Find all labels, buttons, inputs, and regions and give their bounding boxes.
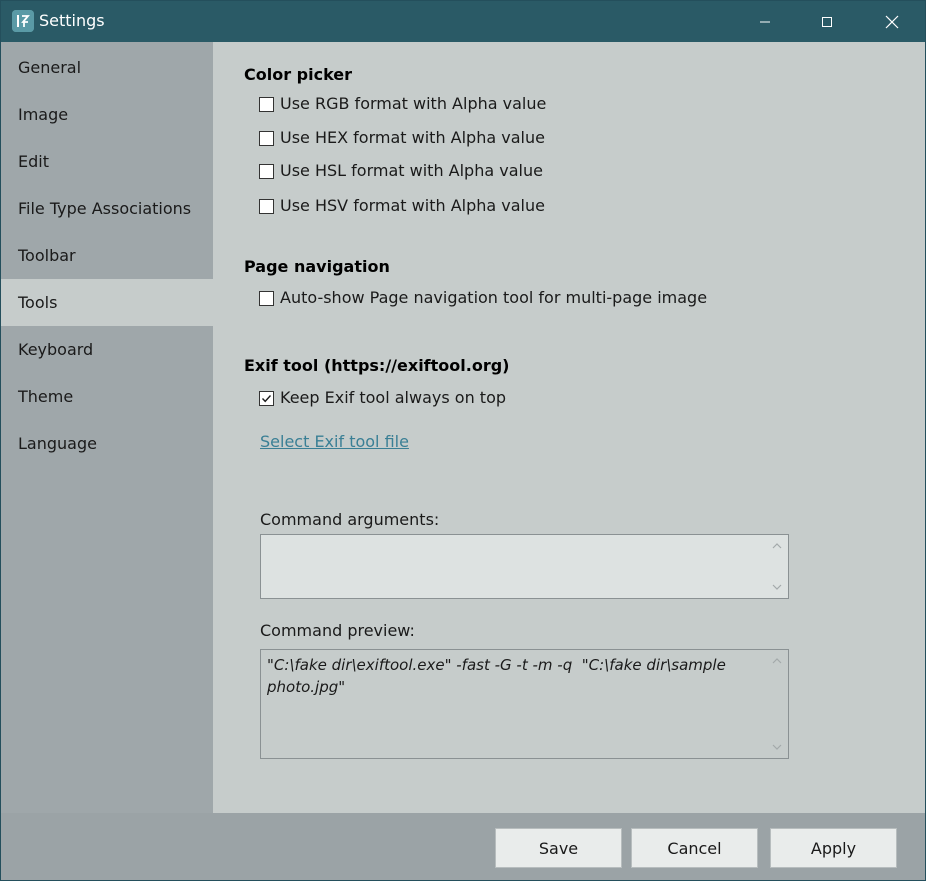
hsl-alpha-checkbox[interactable] [259,163,274,179]
sidebar-item-language[interactable]: Language [1,420,213,467]
command-preview-label: Command preview: [260,621,415,640]
sidebar-item-label: Tools [18,293,58,312]
scroll-down-button[interactable] [766,578,788,596]
rgb-alpha-checkbox[interactable] [259,96,274,112]
maximize-icon [822,16,832,27]
auto-show-page-nav-label: Auto-show Page navigation tool for multi… [280,288,708,307]
chevron-up-icon [772,543,782,549]
sidebar-item-label: Toolbar [18,246,76,265]
select-exif-tool-link[interactable]: Select Exif tool file [260,432,409,452]
sidebar-item-label: Image [18,105,69,124]
hsl-alpha-option[interactable]: Use HSL format with Alpha value [259,160,543,182]
sidebar-item-label: Edit [18,152,49,171]
chevron-down-icon [772,744,782,750]
maximize-button[interactable] [804,1,850,42]
sidebar-item-file-type-associations[interactable]: File Type Associations [1,185,213,232]
hsl-alpha-label: Use HSL format with Alpha value [280,161,543,180]
auto-show-page-nav-option[interactable]: Auto-show Page navigation tool for multi… [259,287,707,309]
command-arguments-input[interactable] [260,534,789,599]
tools-settings-panel: Color picker Use RGB format with Alpha v… [213,42,925,813]
sidebar-item-label: Language [18,434,97,453]
hsv-alpha-checkbox[interactable] [259,198,274,214]
page-navigation-heading: Page navigation [244,257,390,276]
title-bar[interactable]: Settings [1,1,925,42]
command-preview-value: "C:\fake dir\exiftool.exe" -fast -G -t -… [267,656,731,696]
color-picker-heading: Color picker [244,65,353,84]
hsv-alpha-option[interactable]: Use HSV format with Alpha value [259,195,545,217]
close-button[interactable] [869,1,915,42]
sidebar-item-label: Keyboard [18,340,94,359]
scroll-up-button[interactable] [766,537,788,555]
sidebar-item-image[interactable]: Image [1,91,213,138]
minimize-button[interactable] [742,1,788,42]
hex-alpha-label: Use HEX format with Alpha value [280,128,545,147]
chevron-up-icon [772,658,782,664]
app-logo-icon [12,10,34,32]
command-arguments-scrollbar[interactable] [766,535,788,598]
exif-always-on-top-checkbox[interactable] [259,390,274,406]
auto-show-page-nav-checkbox[interactable] [259,290,274,306]
hex-alpha-checkbox[interactable] [259,130,274,146]
scroll-up-button[interactable] [766,652,788,670]
save-button[interactable]: Save [495,828,622,868]
window-title: Settings [39,11,105,30]
command-preview-scrollbar[interactable] [766,650,788,758]
scroll-down-button[interactable] [766,738,788,756]
exif-always-on-top-label: Keep Exif tool always on top [280,388,507,407]
checkmark-icon [261,394,272,402]
close-icon [885,15,899,28]
rgb-alpha-label: Use RGB format with Alpha value [280,94,547,113]
footer-bar: Save Cancel Apply [1,813,925,880]
hsv-alpha-label: Use HSV format with Alpha value [280,196,545,215]
minimize-icon [760,21,770,22]
sidebar-item-label: Theme [18,387,74,406]
command-arguments-label: Command arguments: [260,510,440,529]
sidebar-item-toolbar[interactable]: Toolbar [1,232,213,279]
hex-alpha-option[interactable]: Use HEX format with Alpha value [259,127,545,149]
rgb-alpha-option[interactable]: Use RGB format with Alpha value [259,93,546,115]
exif-tool-heading: Exif tool (https://exiftool.org) [244,356,510,375]
command-preview-box[interactable]: "C:\fake dir\exiftool.exe" -fast -G -t -… [260,649,789,759]
exif-always-on-top-option[interactable]: Keep Exif tool always on top [259,387,506,409]
cancel-button[interactable]: Cancel [631,828,758,868]
apply-button[interactable]: Apply [770,828,897,868]
chevron-down-icon [772,584,782,590]
sidebar-item-edit[interactable]: Edit [1,138,213,185]
sidebar-item-general[interactable]: General [1,44,213,91]
sidebar-item-label: File Type Associations [18,199,192,218]
sidebar-item-tools[interactable]: Tools [1,279,213,326]
sidebar: General Image Edit File Type Association… [1,42,213,813]
settings-window: Settings General Image Edit File Type As… [0,0,926,881]
sidebar-item-theme[interactable]: Theme [1,373,213,420]
sidebar-item-label: General [18,58,82,77]
sidebar-item-keyboard[interactable]: Keyboard [1,326,213,373]
